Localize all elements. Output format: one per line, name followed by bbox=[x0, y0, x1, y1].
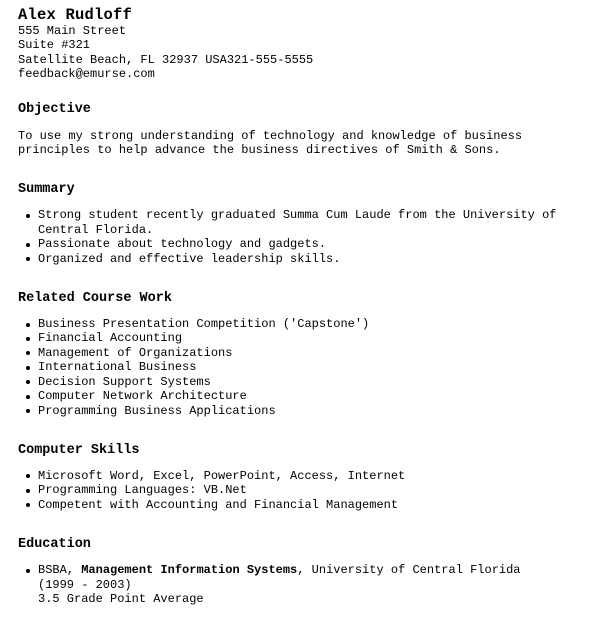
summary-heading: Summary bbox=[18, 182, 75, 198]
summary-section: Summary Strong student recently graduate… bbox=[18, 182, 590, 266]
address-suite: Suite #321 bbox=[18, 38, 91, 53]
objective-text: To use my strong understanding of techno… bbox=[18, 128, 523, 158]
course-item: International Business bbox=[26, 360, 558, 374]
education-heading: Education bbox=[18, 537, 91, 553]
course-item: Business Presentation Competition ('Caps… bbox=[26, 317, 558, 331]
course-item: Management of Organizations bbox=[26, 346, 558, 360]
course-item: Computer Network Architecture bbox=[26, 389, 558, 403]
summary-list: Strong student recently graduated Summa … bbox=[18, 208, 590, 266]
course-work-heading: Related Course Work bbox=[18, 291, 172, 307]
resume-document: Alex Rudloff 555 Main Street Suite #321 … bbox=[0, 0, 590, 606]
skill-item: Microsoft Word, Excel, PowerPoint, Acces… bbox=[26, 469, 558, 483]
summary-item: Strong student recently graduated Summa … bbox=[26, 208, 557, 237]
skill-item: Programming Languages: VB.Net bbox=[26, 483, 558, 497]
course-work-list: Business Presentation Competition ('Caps… bbox=[18, 317, 590, 418]
summary-item: Passionate about technology and gadgets. bbox=[26, 237, 558, 251]
objective-heading: Objective bbox=[18, 101, 91, 117]
address-city-phone: Satellite Beach, FL 32937 USA321-555-555… bbox=[18, 52, 314, 67]
degree-major: Management Information Systems bbox=[81, 563, 298, 578]
skill-item: Competent with Accounting and Financial … bbox=[26, 498, 558, 512]
course-item: Programming Business Applications bbox=[26, 404, 558, 418]
education-list: BSBA, Management Information Systems, Un… bbox=[18, 563, 590, 606]
education-item: BSBA, Management Information Systems, Un… bbox=[26, 563, 558, 606]
candidate-name: Alex Rudloff bbox=[18, 6, 133, 24]
computer-skills-heading: Computer Skills bbox=[18, 442, 140, 458]
resume-header: Alex Rudloff 555 Main Street Suite #321 … bbox=[18, 7, 590, 82]
address-street: 555 Main Street bbox=[18, 24, 127, 38]
degree-name: BSBA, bbox=[38, 563, 82, 578]
computer-skills-list: Microsoft Word, Excel, PowerPoint, Acces… bbox=[18, 469, 590, 512]
course-item: Decision Support Systems bbox=[26, 375, 558, 389]
course-work-section: Related Course Work Business Presentatio… bbox=[18, 291, 590, 418]
summary-item: Organized and effective leadership skill… bbox=[26, 252, 558, 266]
education-section: Education BSBA, Management Information S… bbox=[18, 537, 590, 606]
computer-skills-section: Computer Skills Microsoft Word, Excel, P… bbox=[18, 443, 590, 512]
email-address: feedback@emurse.com bbox=[18, 67, 155, 82]
gpa: 3.5 Grade Point Average bbox=[38, 591, 204, 606]
objective-section: Objective To use my strong understanding… bbox=[18, 102, 590, 158]
course-item: Financial Accounting bbox=[26, 331, 558, 345]
